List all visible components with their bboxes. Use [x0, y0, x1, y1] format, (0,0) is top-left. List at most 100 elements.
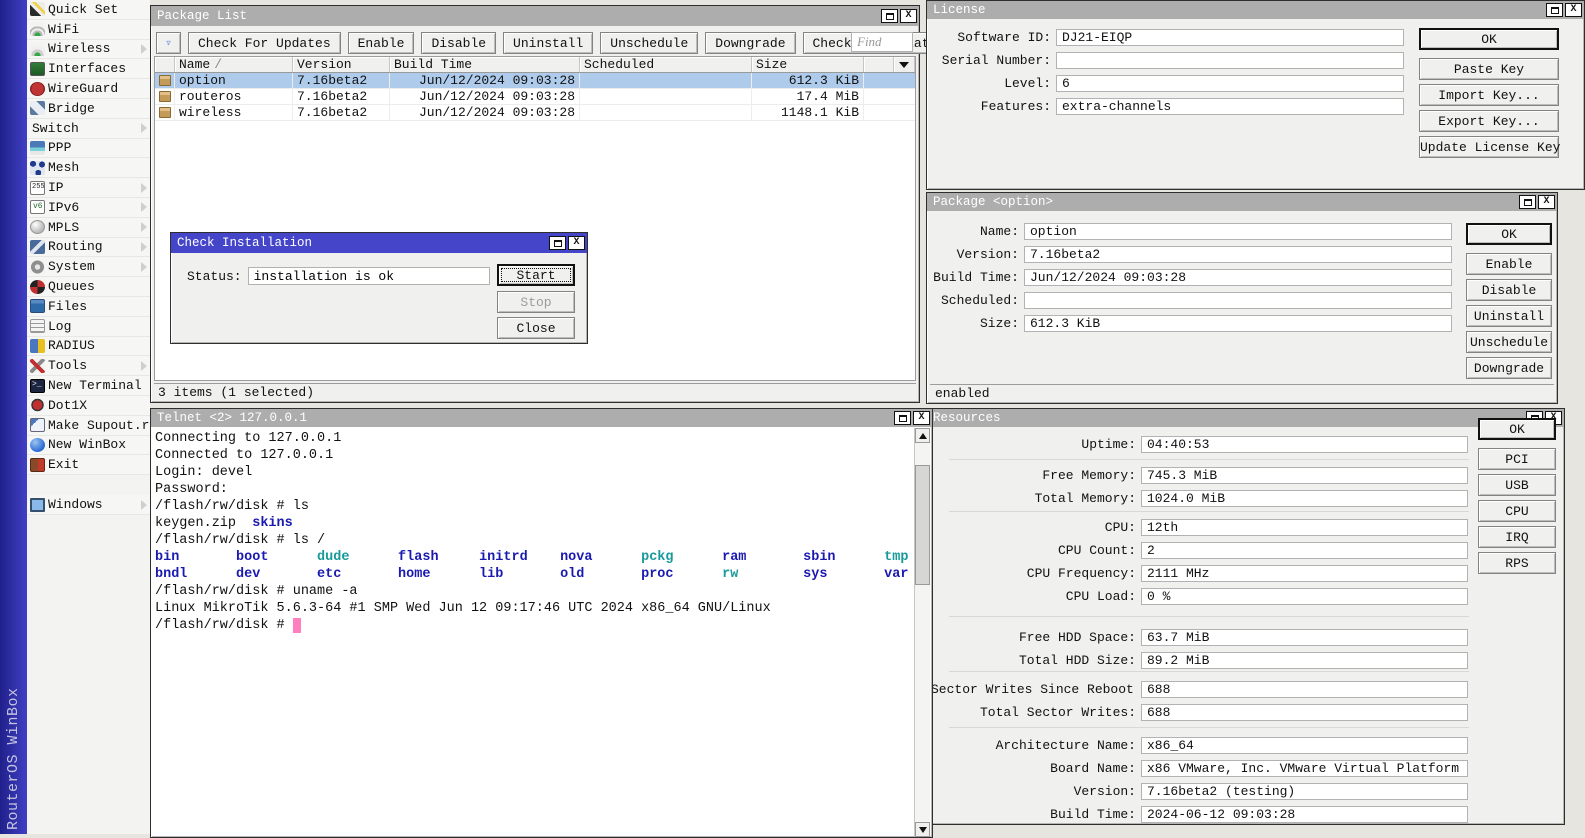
- table-row-routeros[interactable]: routeros7.16beta2Jun/12/2024 09:03:2817.…: [155, 89, 915, 105]
- resources-rps-button[interactable]: RPS: [1478, 552, 1556, 574]
- check-installation-close-button[interactable]: Close: [497, 317, 575, 339]
- column-header-version[interactable]: Version: [293, 57, 390, 72]
- resources-titlebar[interactable]: Resources X: [927, 409, 1564, 427]
- resources-field-cpu[interactable]: 12th: [1141, 519, 1468, 536]
- close-button[interactable]: X: [1565, 3, 1582, 17]
- package-option-field-build-time[interactable]: Jun/12/2024 09:03:28: [1024, 269, 1452, 286]
- license-field-level[interactable]: 6: [1056, 75, 1404, 92]
- package-option-uninstall-button[interactable]: Uninstall: [1466, 305, 1552, 327]
- toolbar-button-disable[interactable]: Disable: [421, 32, 496, 54]
- package-option-enable-button[interactable]: Enable: [1466, 253, 1552, 275]
- table-row-wireless[interactable]: wireless7.16beta2Jun/12/2024 09:03:28114…: [155, 105, 915, 121]
- column-header-icon[interactable]: [155, 57, 175, 72]
- sidebar-item-new-winbox[interactable]: New WinBox: [27, 436, 150, 456]
- sidebar-item-mpls[interactable]: MPLS: [27, 218, 150, 238]
- sidebar-item-switch[interactable]: Switch: [27, 119, 150, 139]
- sidebar-item-mesh[interactable]: Mesh: [27, 158, 150, 178]
- resources-ok-button[interactable]: OK: [1478, 418, 1556, 440]
- resources-field-free-hdd-space[interactable]: 63.7 MiB: [1141, 629, 1468, 646]
- resources-field-total-hdd-size[interactable]: 89.2 MiB: [1141, 652, 1468, 669]
- resources-field-free-memory[interactable]: 745.3 MiB: [1141, 467, 1468, 484]
- table-row-option[interactable]: option7.16beta2Jun/12/2024 09:03:28612.3…: [155, 73, 915, 89]
- sidebar-item-wireless[interactable]: Wireless: [27, 40, 150, 60]
- sidebar-item-make-supout-rif[interactable]: Make Supout.rif: [27, 416, 150, 436]
- resources-field-total-memory[interactable]: 1024.0 MiB: [1141, 490, 1468, 507]
- vertical-scrollbar[interactable]: [914, 428, 930, 837]
- maximize-button[interactable]: [894, 411, 911, 425]
- column-header-size[interactable]: Size: [752, 57, 864, 72]
- resources-pci-button[interactable]: PCI: [1478, 448, 1556, 470]
- license-export-key-button[interactable]: Export Key...: [1419, 110, 1559, 132]
- license-ok-button[interactable]: OK: [1419, 28, 1559, 50]
- resources-field-cpu-load[interactable]: 0 %: [1141, 588, 1468, 605]
- sidebar-item-quick-set[interactable]: Quick Set: [27, 0, 150, 20]
- sidebar-item-routing[interactable]: Routing: [27, 238, 150, 258]
- package-list-titlebar[interactable]: Package List X: [151, 6, 919, 26]
- license-field-software-id[interactable]: DJ21-EIQP: [1056, 29, 1404, 46]
- license-import-key-button[interactable]: Import Key...: [1419, 84, 1559, 106]
- column-header-name[interactable]: Name/: [175, 57, 293, 72]
- close-button[interactable]: X: [568, 236, 585, 250]
- sidebar-item-wifi[interactable]: WiFi: [27, 20, 150, 40]
- check-installation-stop-button[interactable]: Stop: [497, 291, 575, 313]
- toolbar-button-enable[interactable]: Enable: [348, 32, 415, 54]
- license-titlebar[interactable]: License X: [927, 1, 1584, 19]
- column-header-scheduled[interactable]: Scheduled: [580, 57, 752, 72]
- check-installation-titlebar[interactable]: Check Installation X: [171, 233, 587, 253]
- license-paste-key-button[interactable]: Paste Key: [1419, 58, 1559, 80]
- maximize-button[interactable]: [1519, 195, 1536, 209]
- package-option-field-scheduled[interactable]: [1024, 292, 1452, 309]
- maximize-button[interactable]: [549, 236, 566, 250]
- terminal-screen[interactable]: Connecting to 127.0.0.1Connected to 127.…: [153, 428, 914, 835]
- sidebar-item-files[interactable]: Files: [27, 297, 150, 317]
- sidebar-item-ppp[interactable]: PPP: [27, 139, 150, 159]
- resources-field-build-time[interactable]: 2024-06-12 09:03:28: [1141, 806, 1468, 823]
- sidebar-item-wireguard[interactable]: WireGuard: [27, 79, 150, 99]
- sidebar-item-radius[interactable]: RADIUS: [27, 337, 150, 357]
- package-option-downgrade-button[interactable]: Downgrade: [1466, 357, 1552, 379]
- license-field-serial-number[interactable]: [1056, 52, 1404, 69]
- resources-field-board-name[interactable]: x86 VMware, Inc. VMware Virtual Platform: [1141, 760, 1468, 777]
- sidebar-item-log[interactable]: Log: [27, 317, 150, 337]
- maximize-button[interactable]: [1546, 3, 1563, 17]
- package-option-titlebar[interactable]: Package <option> X: [927, 193, 1557, 211]
- check-installation-start-button[interactable]: Start: [497, 264, 575, 286]
- telnet-titlebar[interactable]: Telnet <2> 127.0.0.1 X: [151, 409, 932, 427]
- toolbar-button-unschedule[interactable]: Unschedule: [600, 32, 698, 54]
- package-option-disable-button[interactable]: Disable: [1466, 279, 1552, 301]
- sidebar-item-ipv6[interactable]: IPv6: [27, 198, 150, 218]
- sidebar-item-interfaces[interactable]: Interfaces: [27, 59, 150, 79]
- column-header-build-time[interactable]: Build Time: [390, 57, 580, 72]
- close-button[interactable]: X: [913, 411, 930, 425]
- package-option-unschedule-button[interactable]: Unschedule: [1466, 331, 1552, 353]
- toolbar-button-check-for-updates[interactable]: Check For Updates: [188, 32, 341, 54]
- license-update-license-key-button[interactable]: Update License Key: [1419, 136, 1559, 158]
- scrollbar-thumb[interactable]: [915, 465, 930, 585]
- sidebar-item-tools[interactable]: Tools: [27, 356, 150, 376]
- close-button[interactable]: X: [900, 9, 917, 23]
- sidebar-item-exit[interactable]: Exit: [27, 455, 150, 475]
- package-option-field-version[interactable]: 7.16beta2: [1024, 246, 1452, 263]
- resources-field-cpu-frequency[interactable]: 2111 MHz: [1141, 565, 1468, 582]
- find-input[interactable]: [851, 32, 913, 52]
- sidebar-item-bridge[interactable]: Bridge: [27, 99, 150, 119]
- resources-field-sector-writes-since-reboot[interactable]: 688: [1141, 681, 1468, 698]
- status-field[interactable]: [248, 267, 490, 285]
- license-field-features[interactable]: extra-channels: [1056, 98, 1404, 115]
- resources-field-version[interactable]: 7.16beta2 (testing): [1141, 783, 1468, 800]
- maximize-button[interactable]: [881, 9, 898, 23]
- resources-field-uptime[interactable]: 04:40:53: [1141, 436, 1468, 453]
- resources-irq-button[interactable]: IRQ: [1478, 526, 1556, 548]
- sidebar-item-windows[interactable]: Windows: [27, 495, 150, 515]
- package-option-ok-button[interactable]: OK: [1466, 223, 1552, 245]
- sidebar-item-ip[interactable]: IP: [27, 178, 150, 198]
- sidebar-item-system[interactable]: System: [27, 257, 150, 277]
- scroll-down-button[interactable]: [915, 822, 930, 837]
- resources-field-cpu-count[interactable]: 2: [1141, 542, 1468, 559]
- scroll-up-button[interactable]: [915, 428, 930, 443]
- resources-usb-button[interactable]: USB: [1478, 474, 1556, 496]
- column-menu-button[interactable]: [893, 57, 915, 72]
- close-button[interactable]: X: [1538, 195, 1555, 209]
- package-option-field-name[interactable]: option: [1024, 223, 1452, 240]
- resources-field-total-sector-writes[interactable]: 688: [1141, 704, 1468, 721]
